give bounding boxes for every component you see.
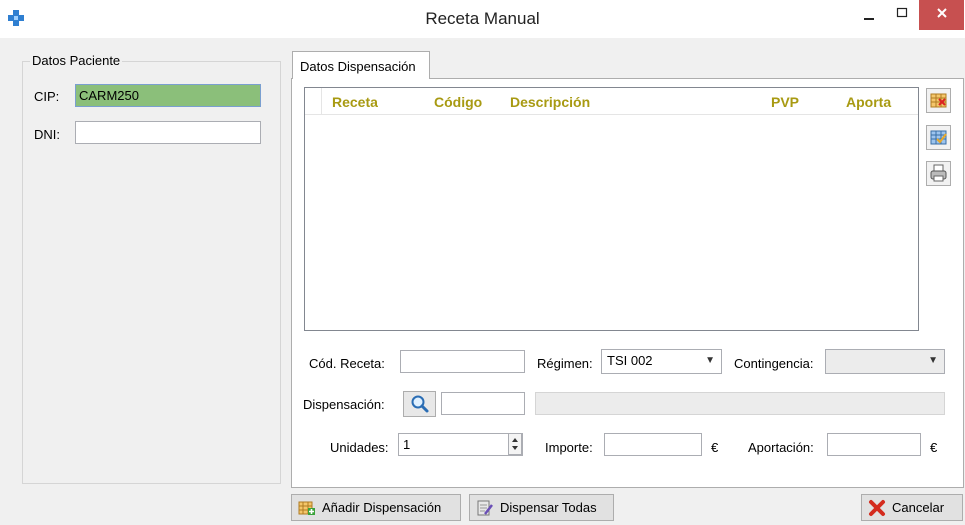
column-header-pvp[interactable]: PVP bbox=[771, 94, 799, 110]
patient-group-title: Datos Paciente bbox=[30, 53, 123, 68]
chevron-down-icon: ▼ bbox=[928, 355, 938, 366]
maximize-button[interactable] bbox=[888, 0, 916, 30]
check-grid-button[interactable] bbox=[926, 125, 951, 150]
column-header-receta[interactable]: Receta bbox=[332, 94, 378, 110]
column-header-descripcion[interactable]: Descripción bbox=[510, 94, 590, 110]
dispensacion-input[interactable] bbox=[441, 392, 525, 415]
unidades-input[interactable]: 1 bbox=[398, 433, 523, 456]
unidades-label: Unidades: bbox=[330, 440, 389, 455]
chevron-down-icon: ▼ bbox=[705, 355, 715, 366]
contingencia-select[interactable]: ▼ bbox=[825, 349, 945, 374]
window-title: Receta Manual bbox=[425, 9, 540, 28]
dni-label: DNI: bbox=[34, 127, 60, 142]
aportacion-currency: € bbox=[930, 440, 938, 455]
column-header-aporta[interactable]: Aporta bbox=[846, 94, 891, 110]
add-grid-icon bbox=[298, 501, 315, 515]
dispense-all-label: Dispensar Todas bbox=[500, 500, 597, 515]
cip-label: CIP: bbox=[34, 89, 60, 104]
regimen-label: Régimen: bbox=[537, 356, 593, 371]
column-header-codigo[interactable]: Código bbox=[434, 94, 482, 110]
contingencia-label: Contingencia: bbox=[734, 356, 814, 371]
dispensacion-description-field bbox=[535, 392, 945, 415]
dni-input[interactable] bbox=[75, 121, 261, 144]
print-button[interactable] bbox=[926, 161, 951, 186]
cancel-button[interactable]: Cancelar bbox=[861, 494, 963, 521]
aportacion-input[interactable] bbox=[827, 433, 921, 456]
dispensacion-label: Dispensación: bbox=[303, 397, 385, 412]
importe-input[interactable] bbox=[604, 433, 702, 456]
minimize-button[interactable] bbox=[855, 0, 883, 30]
add-dispensation-button[interactable]: Añadir Dispensación bbox=[291, 494, 461, 521]
tab-datos-dispensacion[interactable]: Datos Dispensación bbox=[292, 51, 430, 79]
grid-header: Receta Código Descripción PVP Aporta bbox=[305, 88, 918, 115]
document-edit-icon bbox=[477, 500, 493, 515]
search-icon bbox=[411, 395, 429, 413]
cancel-label: Cancelar bbox=[892, 500, 945, 515]
grid-row-header bbox=[305, 88, 322, 115]
dispensation-grid[interactable]: Receta Código Descripción PVP Aporta bbox=[304, 87, 919, 331]
close-button[interactable] bbox=[919, 0, 964, 30]
cod-receta-input[interactable] bbox=[400, 350, 525, 373]
add-dispensation-label: Añadir Dispensación bbox=[322, 500, 442, 515]
cod-receta-label: Cód. Receta: bbox=[309, 356, 385, 371]
aportacion-label: Aportación: bbox=[748, 440, 814, 455]
unidades-spinner[interactable] bbox=[508, 433, 522, 455]
minimize-icon bbox=[864, 18, 874, 20]
printer-icon bbox=[930, 164, 947, 182]
spinner-arrows-icon bbox=[512, 438, 518, 450]
red-x-icon bbox=[869, 499, 885, 516]
regimen-select[interactable]: TSI 002 ▼ bbox=[601, 349, 722, 374]
cip-input[interactable]: CARM250 bbox=[75, 84, 261, 107]
importe-currency: € bbox=[711, 440, 719, 455]
check-grid-icon bbox=[930, 130, 947, 145]
clear-grid-button[interactable] bbox=[926, 88, 951, 113]
dispense-all-button[interactable]: Dispensar Todas bbox=[469, 494, 614, 521]
title-bar: Receta Manual bbox=[0, 0, 965, 38]
regimen-value: TSI 002 bbox=[607, 353, 653, 368]
importe-label: Importe: bbox=[545, 440, 593, 455]
close-icon bbox=[936, 8, 947, 18]
clear-grid-icon bbox=[930, 93, 947, 108]
search-button[interactable] bbox=[403, 391, 436, 417]
maximize-icon bbox=[896, 7, 908, 18]
